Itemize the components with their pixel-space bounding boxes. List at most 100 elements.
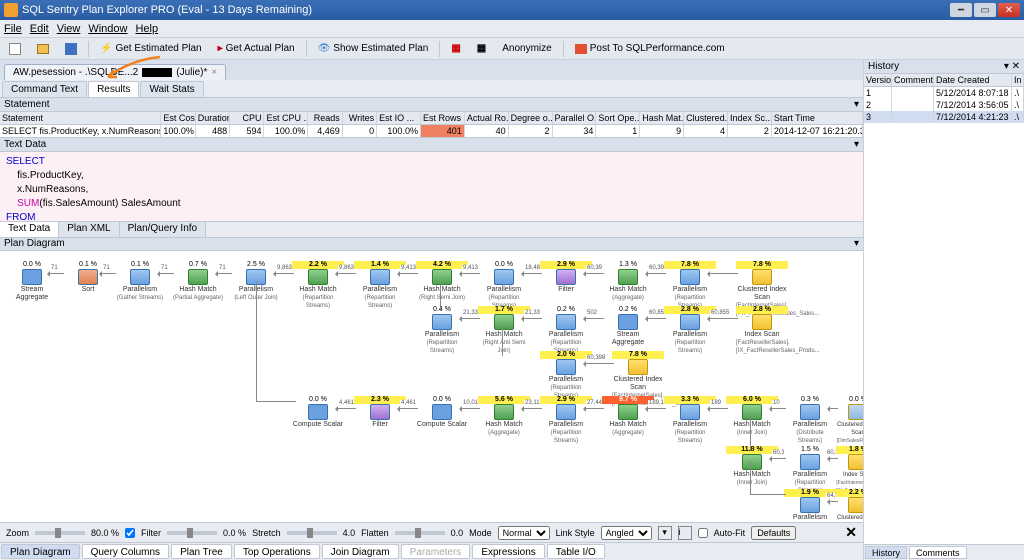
node-hash-match[interactable]: 2.2 %Hash Match(Repartition Streams) xyxy=(292,261,344,310)
col-start[interactable]: Start Time xyxy=(772,112,863,124)
get-actual-plan-button[interactable]: ▸Get Actual Plan xyxy=(213,41,300,56)
menu-edit[interactable]: Edit xyxy=(30,23,49,35)
node-parallelism[interactable]: 7.8 %Parallelism(Repartition Streams) xyxy=(664,261,716,310)
col-date[interactable]: Date Created xyxy=(934,74,1012,86)
minimize-button[interactable]: ━ xyxy=(950,3,972,17)
col-cpu[interactable]: CPU xyxy=(230,112,264,124)
history-row[interactable]: 37/12/2014 4:21:23 PM.\ xyxy=(864,111,1024,123)
node-parallelism[interactable]: 0.1 %Parallelism(Gather Streams) xyxy=(114,261,166,302)
node-parallelism[interactable]: 3.3 %Parallelism(Repartition Streams) xyxy=(664,396,716,445)
col-estcpu[interactable]: Est CPU ... xyxy=(264,112,308,124)
node-parallelism[interactable]: 0.2 %Parallelism(Repartition Streams) xyxy=(540,306,592,355)
show-estimated-plan-button[interactable]: 👁Show Estimated Plan xyxy=(313,41,434,56)
history-row[interactable]: 15/12/2014 8:07:18 PM.\ xyxy=(864,87,1024,99)
info-button[interactable]: i xyxy=(678,526,692,540)
node-parallelism[interactable]: 2.9 %Parallelism(Repartition Streams) xyxy=(540,396,592,445)
tab-table-io[interactable]: Table I/O xyxy=(547,544,605,559)
tab-comments[interactable]: Comments xyxy=(909,546,967,559)
col-duration[interactable]: Duration xyxy=(196,112,230,124)
linkstyle-select[interactable]: Angled xyxy=(601,526,652,540)
panel-toggle-icon[interactable]: ▾ xyxy=(854,238,859,250)
col-in[interactable]: In xyxy=(1012,74,1024,86)
node-compute-scalar[interactable]: 0.0 %Compute Scalar xyxy=(416,396,468,429)
save-button[interactable] xyxy=(60,41,82,57)
tab-plan-diagram[interactable]: Plan Diagram xyxy=(1,544,80,559)
node-compute-scalar[interactable]: 0.0 %Compute Scalar xyxy=(292,396,344,429)
node-hash-match[interactable]: 4.2 %Hash Match(Right Semi Join) xyxy=(416,261,468,302)
col-estrows[interactable]: Est Rows xyxy=(421,112,465,124)
sql-editor[interactable]: SELECT fis.ProductKey, x.NumReasons, SUM… xyxy=(0,152,863,222)
col-hash[interactable]: Hash Mat... xyxy=(640,112,684,124)
mode-select[interactable]: Normal xyxy=(498,526,550,540)
node-filter[interactable]: 2.3 %Filter xyxy=(354,396,406,429)
tab-close-icon[interactable]: × xyxy=(211,67,217,78)
defaults-button[interactable]: Defaults xyxy=(751,526,796,540)
tab-history[interactable]: History xyxy=(865,546,907,559)
node-parallelism[interactable]: 0.0 %Parallelism(Repartition Streams) xyxy=(478,261,530,310)
menu-view[interactable]: View xyxy=(57,23,81,35)
node-index-scan[interactable]: 2.8 %Index Scan[FactResellerSales].[IX_F… xyxy=(736,306,788,355)
node-hash-match[interactable]: 1.3 %Hash Match(Aggregate) xyxy=(602,261,654,302)
panel-toggle-icon[interactable]: ▾ xyxy=(854,139,859,150)
panel-close-icon[interactable]: ▾ ✕ xyxy=(1004,61,1020,72)
col-clustered[interactable]: Clustered... xyxy=(684,112,728,124)
node-hash-match[interactable]: 0.7 %Hash Match(Partial Aggregate) xyxy=(172,261,224,302)
toggle-b-button[interactable]: ▦ xyxy=(472,41,491,56)
node-hash-match[interactable]: 9.7 %Hash Match(Aggregate) xyxy=(602,396,654,437)
maximize-button[interactable]: ▭ xyxy=(974,3,996,17)
zoom-slider[interactable] xyxy=(35,531,85,535)
col-writes[interactable]: Writes xyxy=(343,112,377,124)
node-hash-match[interactable]: 5.6 %Hash Match(Aggregate) xyxy=(478,396,530,437)
node-hash-match[interactable]: 1.7 %Hash Match(Right Anti Semi Join) xyxy=(478,306,530,355)
tab-query-columns[interactable]: Query Columns xyxy=(82,544,169,559)
close-panel-button[interactable]: ✕ xyxy=(845,524,857,541)
col-actrows[interactable]: Actual Ro... xyxy=(465,112,509,124)
flatten-slider[interactable] xyxy=(395,531,445,535)
menu-window[interactable]: Window xyxy=(88,23,127,35)
tab-plan-xml[interactable]: Plan XML xyxy=(59,222,119,237)
tab-plan-query-info[interactable]: Plan/Query Info xyxy=(120,222,206,237)
col-sort[interactable]: Sort Ope... xyxy=(596,112,640,124)
toggle-a-button[interactable]: ▦ xyxy=(446,41,465,56)
col-reads[interactable]: Reads xyxy=(308,112,342,124)
node-clustered-index-scan[interactable]: 2.2 %Clustered Index Scan[FactInternetSa… xyxy=(836,489,863,522)
col-degree[interactable]: Degree o... xyxy=(509,112,553,124)
node-hash-match[interactable]: 6.0 %Hash Match(Inner Join) xyxy=(726,396,778,437)
statement-row[interactable]: SELECT fis.ProductKey, x.NumReasons, SUM… xyxy=(0,125,863,137)
node-hash-match[interactable]: 11.8 %Hash Match(Inner Join) xyxy=(726,446,778,487)
new-button[interactable] xyxy=(4,41,26,57)
tab-command-text[interactable]: Command Text xyxy=(2,81,87,97)
menu-help[interactable]: Help xyxy=(135,23,158,35)
post-button[interactable]: Post To SQLPerformance.com xyxy=(570,41,730,56)
node-parallelism[interactable]: 1.4 %Parallelism(Repartition Streams) xyxy=(354,261,406,310)
filter-checkbox[interactable] xyxy=(125,528,135,538)
col-estcost[interactable]: Est Cost xyxy=(161,112,195,124)
panel-toggle-icon[interactable]: ▾ xyxy=(854,99,859,110)
menu-file[interactable]: File xyxy=(4,23,22,35)
close-button[interactable]: ✕ xyxy=(998,3,1020,17)
stretch-slider[interactable] xyxy=(287,531,337,535)
node-index-scan[interactable]: 1.8 %Index Scan[FactInternetSales].[IX_F… xyxy=(836,446,863,495)
node-parallelism[interactable]: 2.0 %Parallelism(Repartition Streams) xyxy=(540,351,592,400)
col-comments[interactable]: Comments xyxy=(892,74,934,86)
tab-text-data[interactable]: Text Data xyxy=(0,222,59,237)
tab-join-diagram[interactable]: Join Diagram xyxy=(322,544,399,559)
plan-diagram-canvas[interactable]: 0.0 %Stream Aggregate 71 0.1 %Sort 71 0.… xyxy=(0,251,863,522)
node-filter[interactable]: 2.9 %Filter xyxy=(540,261,592,294)
node-parallelism[interactable]: 0.3 %Parallelism(Distribute Streams) xyxy=(784,396,836,445)
open-button[interactable] xyxy=(32,42,54,56)
col-version[interactable]: Version xyxy=(864,74,892,86)
node-parallelism[interactable]: 2.8 %Parallelism(Repartition Streams) xyxy=(664,306,716,355)
node-clustered-index-scan[interactable]: 0.0 %Clustered Index Scan[DimSalesReason… xyxy=(836,396,863,453)
col-parallel[interactable]: Parallel O... xyxy=(553,112,597,124)
node-stream-aggregate[interactable]: 0.2 %Stream Aggregate xyxy=(602,306,654,347)
history-row[interactable]: 27/12/2014 3:56:05 PM.\ xyxy=(864,99,1024,111)
tab-top-operations[interactable]: Top Operations xyxy=(234,544,320,559)
col-index[interactable]: Index Sc... xyxy=(728,112,772,124)
col-estio[interactable]: Est IO ... xyxy=(377,112,421,124)
get-estimated-plan-button[interactable]: ⚡Get Estimated Plan xyxy=(95,41,207,56)
anonymize-button[interactable]: Anonymize xyxy=(497,41,556,56)
color-toggle-button[interactable]: ▾ xyxy=(658,526,672,540)
tab-plan-tree[interactable]: Plan Tree xyxy=(171,544,232,559)
autofit-checkbox[interactable] xyxy=(698,528,708,538)
